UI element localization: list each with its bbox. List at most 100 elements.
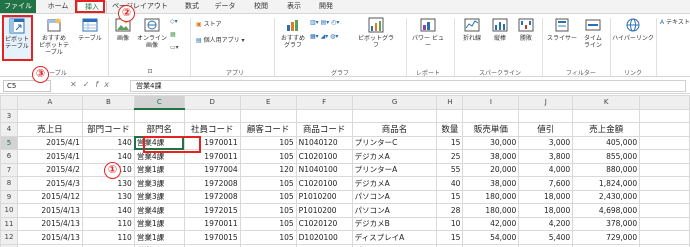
cell-extra[interactable] xyxy=(639,162,690,177)
cell-b12[interactable]: 110 xyxy=(81,230,135,245)
cell-h8[interactable]: 40 xyxy=(436,176,464,191)
screenshot-button[interactable]: ▭▾ xyxy=(170,43,179,53)
row-header[interactable]: 4 xyxy=(0,122,18,137)
cell-i9[interactable]: 180,000 xyxy=(462,189,520,204)
cell-k8[interactable]: 1,824,000 xyxy=(572,176,641,191)
cell-g4[interactable]: 商品名 xyxy=(351,122,438,137)
cell-h3[interactable] xyxy=(436,108,464,123)
hyperlink-button[interactable]: ハイパーリンク xyxy=(612,17,654,61)
tab-home[interactable]: ホーム xyxy=(41,1,75,13)
enter-icon[interactable]: ✓ xyxy=(83,80,96,89)
cell-d11[interactable]: 1970011 xyxy=(183,216,241,231)
cell-j10[interactable]: 18,000 xyxy=(518,203,574,218)
cell-j7[interactable]: 4,000 xyxy=(518,162,574,177)
power-view-button[interactable]: パワー ビュー xyxy=(410,17,446,61)
cancel-icon[interactable]: ✕ xyxy=(70,80,83,89)
cell-h6[interactable]: 25 xyxy=(436,149,464,164)
cell-i12[interactable]: 54,000 xyxy=(462,230,520,245)
cell-j6[interactable]: 3,800 xyxy=(518,149,574,164)
cell-e12[interactable]: 105 xyxy=(239,230,297,245)
cell-i3[interactable] xyxy=(462,108,520,123)
select-all-corner[interactable] xyxy=(0,95,18,110)
cell-h12[interactable]: 15 xyxy=(436,230,464,245)
cell-b10[interactable]: 140 xyxy=(81,203,135,218)
cell-e6[interactable]: 105 xyxy=(239,149,297,164)
shapes-button[interactable]: ◇▾ xyxy=(170,17,178,27)
cell-d8[interactable]: 1972008 xyxy=(183,176,241,191)
image-button[interactable]: 画像 xyxy=(112,17,134,61)
cell-f7[interactable]: N1040100 xyxy=(295,162,353,177)
cell-d9[interactable]: 1972008 xyxy=(183,189,241,204)
cell-e9[interactable]: 105 xyxy=(239,189,297,204)
cell-f12[interactable]: D1020100 xyxy=(295,230,353,245)
cell-c7[interactable]: 営業1課 xyxy=(133,162,185,177)
cell-j9[interactable]: 18,000 xyxy=(518,189,574,204)
tab-data[interactable]: データ xyxy=(210,1,240,13)
cell-j3[interactable] xyxy=(518,108,574,123)
cell-g8[interactable]: デジカメA xyxy=(351,176,438,191)
cell-e4[interactable]: 顧客コード xyxy=(239,122,297,137)
cell-b9[interactable]: 130 xyxy=(81,189,135,204)
cell-extra[interactable] xyxy=(639,203,690,218)
cell-d4[interactable]: 社員コード xyxy=(183,122,241,137)
cell-e5[interactable]: 105 xyxy=(239,135,297,150)
cell-extra[interactable] xyxy=(639,176,690,191)
cell-g9[interactable]: パソコンA xyxy=(351,189,438,204)
cell-d12[interactable]: 1970015 xyxy=(183,230,241,245)
cell-i5[interactable]: 30,000 xyxy=(462,135,520,150)
column-header-h[interactable]: H xyxy=(436,95,464,110)
cell-e3[interactable] xyxy=(239,108,297,123)
pivot-chart-button[interactable]: ピボットグラフ xyxy=(356,17,396,61)
cell-g6[interactable]: デジカメA xyxy=(351,149,438,164)
row-header[interactable]: 5 xyxy=(0,135,18,150)
cell-h4[interactable]: 数量 xyxy=(436,122,464,137)
bar-chart-button[interactable]: ▦▾ ◢▾ ◍▾ xyxy=(310,32,338,42)
cell-k5[interactable]: 405,000 xyxy=(572,135,641,150)
row-header[interactable]: 8 xyxy=(0,176,18,191)
slicer-button[interactable]: スライサー xyxy=(546,17,578,61)
cell-k10[interactable]: 4,698,000 xyxy=(572,203,641,218)
cell-b11[interactable]: 110 xyxy=(81,216,135,231)
tab-formulas[interactable]: 数式 xyxy=(178,1,206,13)
my-apps-button[interactable]: ▤ 個人用アプリ ▾ xyxy=(196,36,245,46)
cell-d7[interactable]: 1977004 xyxy=(183,162,241,177)
column-header-e[interactable]: E xyxy=(239,95,297,110)
cell-g7[interactable]: プリンターA xyxy=(351,162,438,177)
recommended-pivot-button[interactable]: おすすめ ピボットテーブル xyxy=(36,17,72,61)
column-header-g[interactable]: G xyxy=(351,95,438,110)
row-header[interactable]: 3 xyxy=(0,108,18,123)
cell-b3[interactable] xyxy=(81,108,135,123)
column-header-extra[interactable] xyxy=(639,95,690,110)
cell-a5[interactable]: 2015/4/1 xyxy=(16,135,83,150)
cell-e7[interactable]: 120 xyxy=(239,162,297,177)
cell-f11[interactable]: C1020120 xyxy=(295,216,353,231)
cell-e8[interactable]: 105 xyxy=(239,176,297,191)
tab-view[interactable]: 表示 xyxy=(281,1,307,13)
cell-a11[interactable]: 2015/4/13 xyxy=(16,216,83,231)
cell-f9[interactable]: P1010200 xyxy=(295,189,353,204)
cell-d3[interactable] xyxy=(183,108,241,123)
cell-k9[interactable]: 2,430,000 xyxy=(572,189,641,204)
formula-input[interactable]: 営業4課 xyxy=(130,80,686,92)
cell-b6[interactable]: 140 xyxy=(81,149,135,164)
cell-e11[interactable]: 105 xyxy=(239,216,297,231)
cell-h5[interactable]: 15 xyxy=(436,135,464,150)
column-header-b[interactable]: B xyxy=(81,95,135,110)
cell-j8[interactable]: 7,600 xyxy=(518,176,574,191)
cell-a7[interactable]: 2015/4/2 xyxy=(16,162,83,177)
cell-a6[interactable]: 2015/4/1 xyxy=(16,149,83,164)
cell-d10[interactable]: 1972015 xyxy=(183,203,241,218)
cell-f6[interactable]: C1020100 xyxy=(295,149,353,164)
cell-a9[interactable]: 2015/4/12 xyxy=(16,189,83,204)
column-header-i[interactable]: I xyxy=(462,95,520,110)
cell-a12[interactable]: 2015/4/13 xyxy=(16,230,83,245)
tab-developer[interactable]: 開発 xyxy=(313,1,339,13)
cell-g3[interactable] xyxy=(351,108,438,123)
cell-extra[interactable] xyxy=(639,216,690,231)
cell-f8[interactable]: C1020100 xyxy=(295,176,353,191)
cell-f5[interactable]: N1040120 xyxy=(295,135,353,150)
cell-h10[interactable]: 28 xyxy=(436,203,464,218)
cell-k6[interactable]: 855,000 xyxy=(572,149,641,164)
cell-g11[interactable]: デジカメB xyxy=(351,216,438,231)
row-header[interactable]: 6 xyxy=(0,149,18,164)
